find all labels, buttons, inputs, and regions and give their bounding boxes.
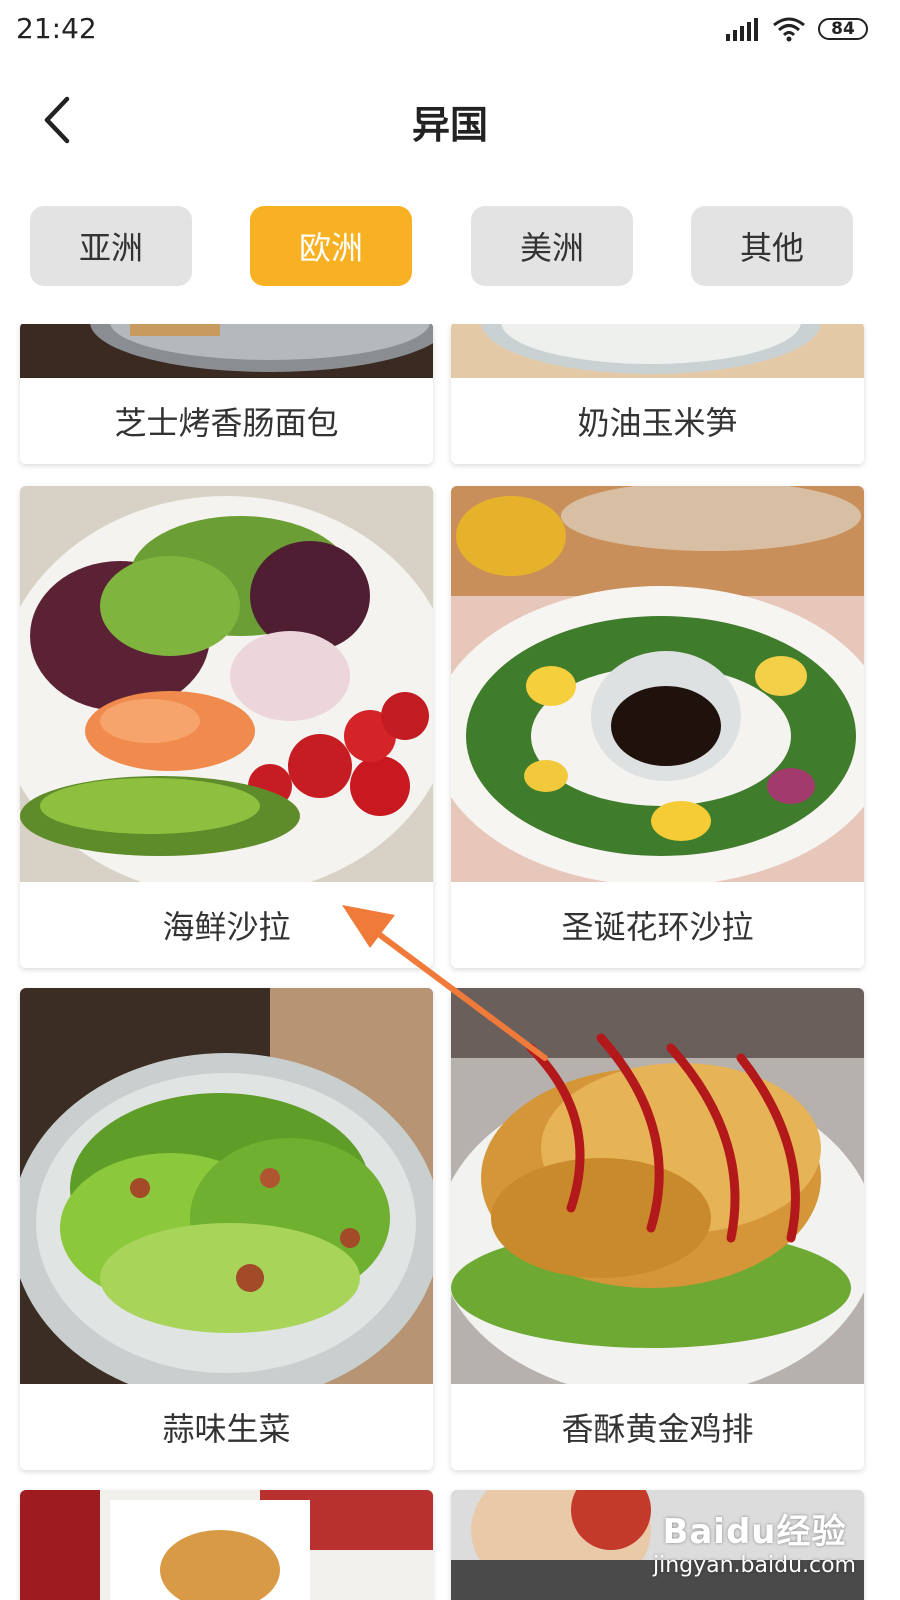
- recipe-name: 圣诞花环沙拉: [451, 882, 864, 968]
- recipe-name: 奶油玉米笋: [451, 378, 864, 464]
- tab-asia[interactable]: 亚洲: [30, 206, 192, 286]
- recipe-name: 香酥黄金鸡排: [451, 1384, 864, 1470]
- recipe-image: [451, 324, 864, 379]
- status-icons: 84: [726, 16, 868, 42]
- battery-level: 84: [831, 19, 855, 39]
- watermark-url: jingyan.baidu.com: [652, 1553, 856, 1578]
- wifi-icon: [773, 17, 805, 42]
- recipe-card[interactable]: 芝士烤香肠面包: [20, 324, 433, 464]
- watermark-brand: Baidu经验: [662, 1512, 847, 1552]
- recipe-image: [20, 1490, 433, 1600]
- header: 异国: [0, 72, 900, 168]
- recipe-card[interactable]: 圣诞花环沙拉: [451, 486, 864, 968]
- tab-other[interactable]: 其他: [691, 206, 853, 286]
- page-title: 异国: [411, 103, 488, 147]
- recipe-card[interactable]: 海鲜沙拉: [20, 486, 433, 968]
- recipe-name: 海鲜沙拉: [20, 882, 433, 968]
- watermark: Baidu经验 jingyan.baidu.com: [653, 1504, 856, 1578]
- signal-icon: [726, 18, 758, 41]
- recipe-image: [451, 988, 864, 1385]
- tab-americas[interactable]: 美洲: [471, 206, 633, 286]
- recipe-card[interactable]: 奶油玉米笋: [451, 324, 864, 464]
- recipe-grid: 芝士烤香肠面包 奶油玉米笋 海鲜沙拉 圣诞花环沙拉 蒜味生菜 香酥黄金鸡排: [0, 324, 900, 1600]
- tab-europe[interactable]: 欧洲: [250, 206, 412, 286]
- recipe-image: [20, 988, 433, 1385]
- recipe-name: 芝士烤香肠面包: [20, 378, 433, 464]
- status-bar: 21:42 84: [0, 0, 900, 62]
- battery-indicator: 84: [818, 18, 868, 40]
- status-time: 21:42: [16, 12, 97, 45]
- recipe-name: 蒜味生菜: [20, 1384, 433, 1470]
- recipe-card[interactable]: [20, 1490, 433, 1600]
- recipe-image: [20, 486, 433, 883]
- recipe-image: [451, 486, 864, 883]
- recipe-card[interactable]: 蒜味生菜: [20, 988, 433, 1470]
- recipe-image: [20, 324, 433, 379]
- recipe-card[interactable]: 香酥黄金鸡排: [451, 988, 864, 1470]
- region-tabs: 亚洲 欧洲 美洲 其他: [0, 206, 900, 286]
